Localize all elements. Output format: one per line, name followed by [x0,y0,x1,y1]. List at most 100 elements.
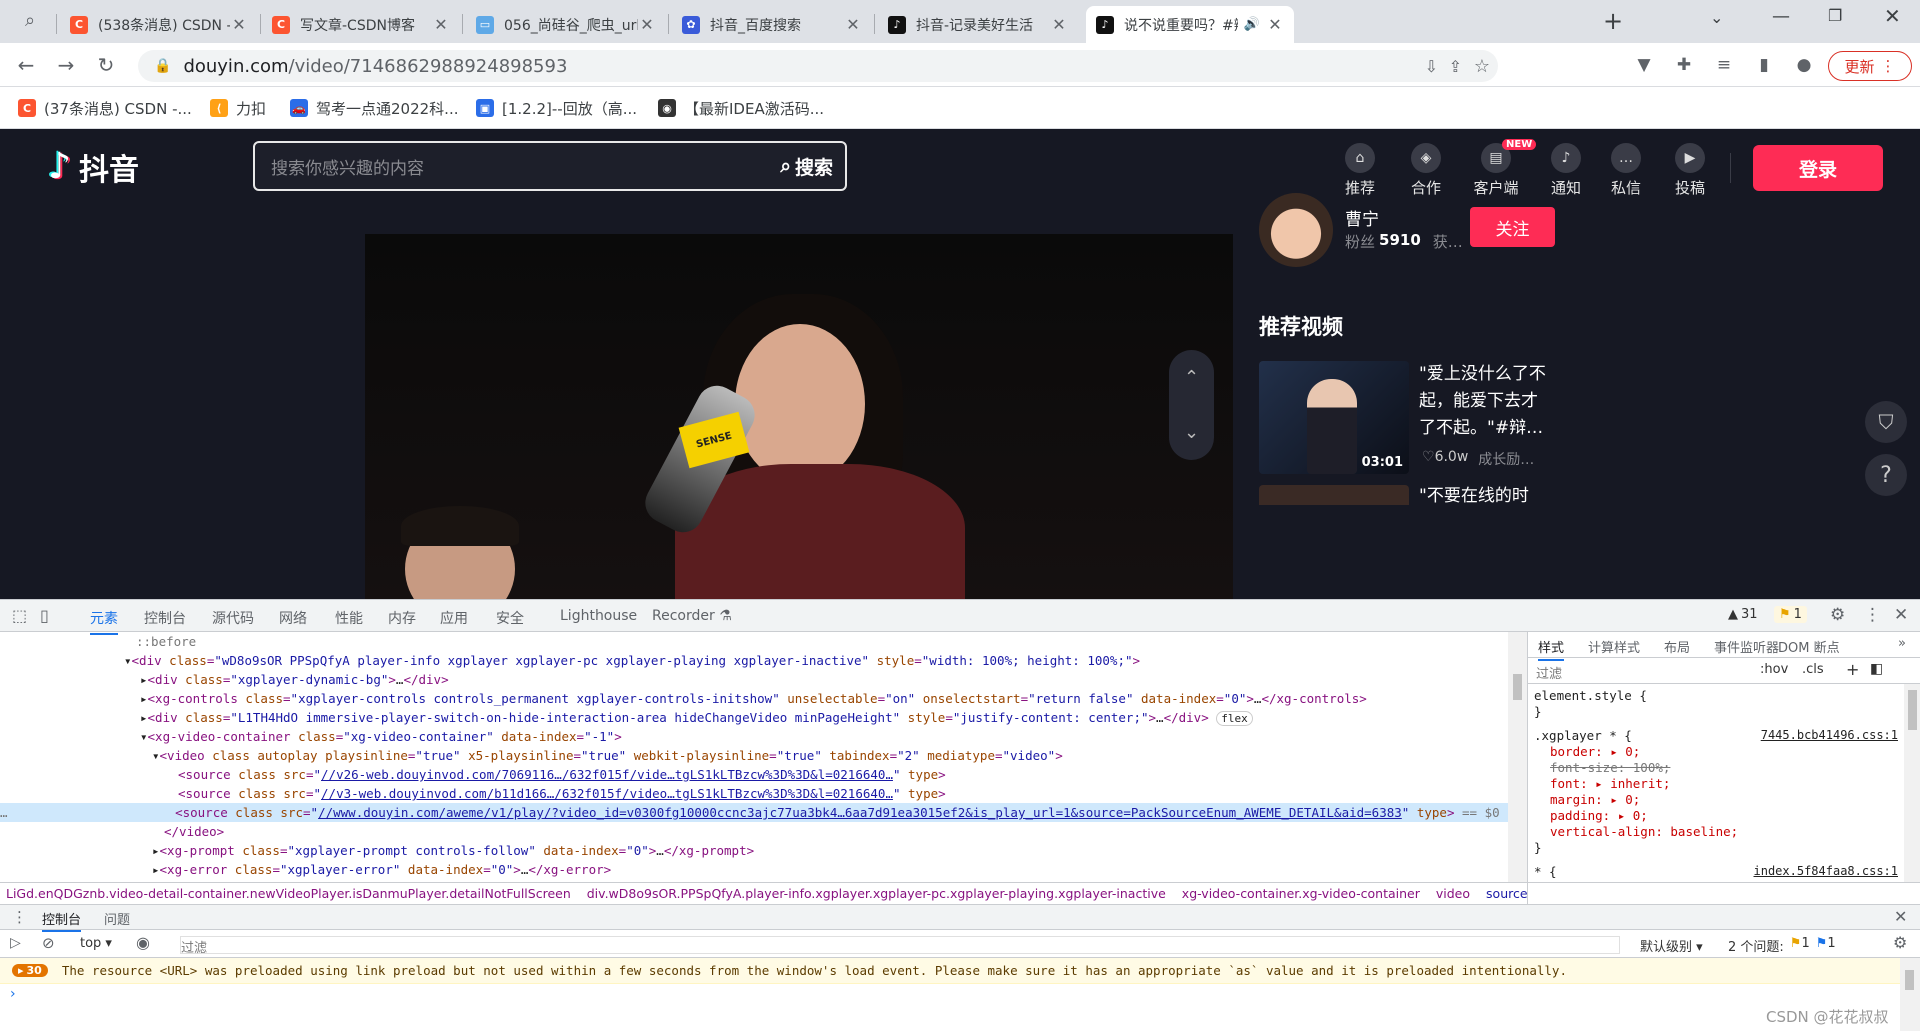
tree-line[interactable]: ▸<xg-prompt class="xgplayer-prompt contr… [152,841,754,860]
author-avatar[interactable] [1259,193,1333,267]
bookmark-item[interactable]: 🚗 驾考一点通2022科... [290,96,458,120]
style-rule-line[interactable]: } [1534,704,1542,719]
tree-line[interactable]: ▾<xg-video-container class="xg-video-con… [140,727,622,746]
browser-tab[interactable]: ✿ 抖音_百度搜索 ✕ [672,6,872,43]
tab-list-chevron-icon[interactable]: ⌄ [1710,8,1723,27]
nav-upload[interactable]: ▶ 投稿 [1660,143,1720,198]
devtools-settings-gear-icon[interactable]: ⚙ [1830,605,1845,625]
nav-cooperate[interactable]: ◈ 合作 [1396,143,1456,198]
more-tabs-chevron-icon[interactable]: » [1898,636,1906,651]
style-rule-line[interactable]: font-size: 100%; [1550,760,1670,775]
bookmark-item[interactable]: C (37条消息) CSDN -... [18,96,192,120]
style-rule-line[interactable]: font: ▸ inherit; [1550,776,1670,791]
drawer-close-icon[interactable]: ✕ [1894,907,1907,926]
video-switch-control[interactable]: ⌃ ⌄ [1169,350,1214,460]
feedback-shirt-icon[interactable]: ⛉ [1865,401,1907,443]
new-style-rule-icon[interactable]: + [1846,660,1859,679]
tab-close-icon[interactable]: ✕ [844,15,862,34]
bookmark-item[interactable]: ▣ [1.2.2]--回放（高... [476,96,637,120]
tree-line[interactable]: </video> [164,822,224,841]
browser-tab[interactable]: C 写文章-CSDN博客 ✕ [262,6,460,43]
console-filter-input[interactable]: 过滤 [180,936,1620,956]
follow-button[interactable]: 关注 [1470,207,1555,247]
previous-video-chevron-up-icon[interactable]: ⌃ [1184,367,1199,388]
breadcrumb-item[interactable]: div.wD8o9sOR.PPSpQfyA.player-info.xgplay… [587,886,1166,901]
elements-scrollbar[interactable] [1508,632,1527,882]
toggle-sidebar-icon[interactable]: ◧ [1870,661,1883,677]
warnings-badge[interactable]: ▲ 31 [1728,607,1758,622]
devtools-tab[interactable]: Lighthouse [560,608,637,624]
cls-toggle[interactable]: .cls [1802,662,1824,677]
address-bar[interactable]: 🔒 douyin.com/video/7146862988924898593 ⇩… [138,50,1498,82]
douyin-search-box[interactable]: 搜索你感兴趣的内容 ⌕ 搜索 [253,141,847,191]
live-expression-eye-icon[interactable]: ◉ [136,933,150,952]
issues-summary[interactable]: 2 个问题: ⚑1 ⚑1 [1728,936,1836,955]
issues-badge[interactable]: ⚑ 1 [1774,606,1807,623]
breadcrumb-item[interactable]: LiGd.enQDGznb.video-detail-container.new… [6,886,571,901]
tree-line[interactable]: <source class src="//v3-web.douyinvod.co… [178,784,946,803]
log-level-selector[interactable]: 默认级别 ▾ [1640,936,1703,955]
context-selector[interactable]: top ▾ [80,936,112,951]
console-settings-gear-icon[interactable]: ⚙ [1893,933,1907,952]
devtools-tab[interactable]: Recorder ⚗ [652,608,732,624]
style-rule-line[interactable]: border: ▸ 0; [1550,744,1640,759]
back-button[interactable]: ← [12,51,40,79]
hov-toggle[interactable]: :hov [1760,662,1788,677]
tab-close-icon[interactable]: ✕ [1266,15,1284,34]
new-tab-button[interactable]: + [1598,6,1628,36]
browser-tab[interactable]: ▭ 056_尚硅谷_爬虫_urllib_✕ [466,6,666,43]
devtools-tab[interactable]: 安全 [496,608,524,628]
extensions-puzzle-icon[interactable]: ✚ [1670,51,1698,79]
styles-side-tab[interactable]: 事件监听器 [1714,637,1779,656]
style-rule-line[interactable]: } [1534,840,1542,855]
breadcrumb-item[interactable]: source [1486,886,1527,901]
browser-tab[interactable]: ♪ 抖音-记录美好生活 ✕ [878,6,1078,43]
nav-message[interactable]: … 私信 [1596,143,1656,198]
browser-tab[interactable]: C (538条消息) CSDN - 专业✕ [60,6,258,43]
styles-side-tab[interactable]: DOM 断点 [1778,637,1840,656]
devtools-close-icon[interactable]: ✕ [1894,605,1908,625]
devtools-tab[interactable]: 内存 [388,608,416,628]
tree-line[interactable]: ▾<div class="wD8o9sOR PPSpQfyA player-in… [124,651,1140,670]
update-button[interactable]: 更新 ⋮ [1828,51,1912,81]
devtools-more-icon[interactable]: ⋮ [1864,605,1881,625]
rec-video-card-2[interactable]: "不要在线的时 [1259,485,1559,505]
bookmark-item[interactable]: ◉ 【最新IDEA激活码... [658,96,824,120]
styles-scrollbar-thumb[interactable] [1908,690,1917,730]
style-source-link[interactable]: 7445.bcb41496.css:1 [1761,728,1898,742]
tree-line[interactable]: ▸<div class="xgplayer-dynamic-bg">…</div… [140,670,449,689]
side-panel-icon[interactable]: ▮ [1750,51,1778,79]
devtools-tab[interactable]: 源代码 [212,608,254,628]
devtools-tab[interactable]: 性能 [335,608,363,628]
device-toolbar-icon[interactable]: ▯ [40,606,49,625]
search-button[interactable]: ⌕ 搜索 [780,153,833,180]
console-prompt-icon[interactable]: › [10,986,16,1002]
share-icon[interactable]: ⇪ [1449,57,1462,76]
next-video-chevron-down-icon[interactable]: ⌄ [1184,422,1199,443]
console-message-warning[interactable]: ▸ 30 The resource <URL> was preloaded usi… [0,958,1900,984]
profile-avatar-icon[interactable]: ● [1790,51,1818,79]
drawer-tab-issues[interactable]: 问题 [104,909,130,928]
style-source-link[interactable]: index.5f84faa8.css:1 [1754,864,1899,878]
breadcrumb-item[interactable]: xg-video-container.xg-video-container [1182,886,1420,901]
styles-side-tab[interactable]: 布局 [1664,637,1690,656]
video-player[interactable]: SENSE [365,234,1233,599]
nav-bell[interactable]: ♪ 通知 [1536,143,1596,198]
login-button[interactable]: 登录 [1753,145,1883,191]
style-rule-line[interactable]: element.style { [1534,688,1647,703]
tree-line-selected[interactable]: … <source class src="//www.douyin.com/aw… [0,803,1508,822]
douyin-logo[interactable]: ♪ 抖音 [48,145,139,189]
devtools-tab[interactable]: 网络 [279,608,307,628]
styles-side-tab[interactable]: 计算样式 [1588,637,1640,656]
style-rule-line[interactable]: * { [1534,864,1557,879]
tab-audio-icon[interactable]: 🔊 [1244,17,1260,32]
window-minimize-button[interactable]: — [1772,6,1790,27]
clear-console-icon[interactable]: ⊘ [42,934,55,952]
install-icon[interactable]: ⇩ [1425,57,1438,76]
tab-close-icon[interactable]: ✕ [1050,15,1068,34]
styles-filter-input[interactable]: 过滤 [1536,663,1562,682]
tree-line[interactable]: ▾<video class autoplay playsinline="true… [152,746,1063,765]
devtools-tab[interactable]: 元素 [90,608,118,635]
window-close-button[interactable]: ✕ [1884,4,1901,28]
tab-close-icon[interactable]: ✕ [432,15,450,34]
